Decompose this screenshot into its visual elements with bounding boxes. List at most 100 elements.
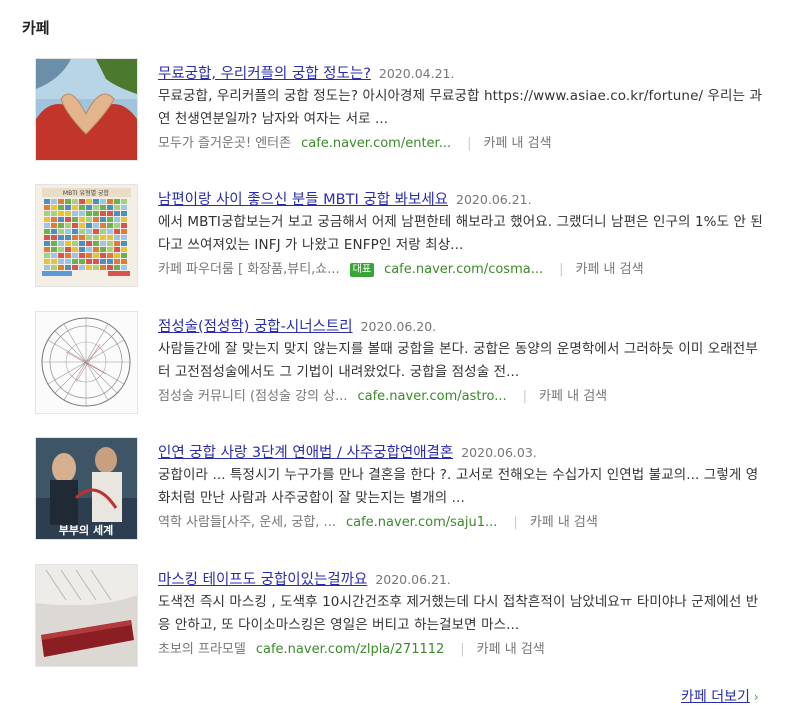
mbti-grid-cell xyxy=(79,241,85,246)
mbti-grid-cell xyxy=(79,253,85,258)
mbti-grid-cell xyxy=(51,247,57,252)
mbti-grid-cell xyxy=(93,229,99,234)
thumb-title: 부부의 세계 xyxy=(59,523,113,537)
mbti-grid-cell xyxy=(58,247,64,252)
mbti-grid-cell xyxy=(58,205,64,210)
mbti-grid-cell xyxy=(58,217,64,222)
mbti-grid-cell xyxy=(44,241,50,246)
cafe-url-link[interactable]: cafe.naver.com/zlpla/271112 xyxy=(256,642,444,657)
list-item: 마스킹 테이프도 궁합이있는걸까요 2020.06.21. 도색전 즉시 마스킹 … xyxy=(35,564,775,668)
post-date: 2020.06.20. xyxy=(360,319,437,334)
mbti-grid-cell xyxy=(72,241,78,246)
mbti-grid-cell xyxy=(72,229,78,234)
mbti-grid-cell xyxy=(44,253,50,258)
list-item: 무료궁합, 우리커플의 궁합 정도는? 2020.04.21. 무료궁합, 우리커… xyxy=(35,58,775,162)
mbti-grid-cell xyxy=(93,253,99,258)
cafe-search-link[interactable]: 카페 내 검색 xyxy=(484,136,552,151)
divider: | xyxy=(559,262,564,277)
mbti-grid-cell xyxy=(58,211,64,216)
mbti-grid-cell xyxy=(51,235,57,240)
post-date: 2020.04.21. xyxy=(378,66,455,81)
result-title-link[interactable]: 무료궁합, 우리커플의 궁합 정도는? xyxy=(158,66,371,82)
mbti-grid-cell xyxy=(58,253,64,258)
mbti-grid-cell xyxy=(93,223,99,228)
result-title-link[interactable]: 인연 궁합 사랑 3단계 연애법 / 사주궁합연애결혼 xyxy=(158,445,453,461)
section-title: 카페 xyxy=(22,19,50,37)
cafe-url-link[interactable]: cafe.naver.com/astro... xyxy=(357,389,506,404)
thumbnail-astrology-chart[interactable] xyxy=(35,311,138,414)
mbti-grid-cell xyxy=(107,229,113,234)
mbti-grid-cell xyxy=(65,205,71,210)
thumbnail-mbti-chart[interactable]: MBTI 유형별 궁합 xyxy=(35,184,138,287)
post-date: 2020.06.21. xyxy=(456,192,532,207)
representative-badge: 대표 xyxy=(349,263,375,277)
mbti-grid-cell xyxy=(107,241,113,246)
mbti-grid-cell xyxy=(107,265,113,270)
cafe-more-link[interactable]: 카페 더보기 › xyxy=(681,686,759,706)
thumbnail-hands-heart[interactable] xyxy=(35,58,138,161)
mbti-grid-cell xyxy=(72,259,78,264)
mbti-grid-cell xyxy=(65,199,71,204)
mbti-grid-cell xyxy=(44,211,50,216)
mbti-grid-cell xyxy=(114,259,120,264)
mbti-grid-cell xyxy=(86,205,92,210)
cafe-name-link[interactable]: 점성술 커뮤니티 (점성술 강의 상... xyxy=(158,389,347,404)
mbti-grid-cell xyxy=(65,241,71,246)
mbti-grid-cell xyxy=(86,211,92,216)
list-item: 부부의 세계 인연 궁합 사랑 3단계 연애법 / 사주궁합연애결혼 2020.0… xyxy=(35,437,775,541)
mbti-grid-cell xyxy=(51,205,57,210)
mbti-grid-cell xyxy=(44,259,50,264)
result-title-link[interactable]: 마스킹 테이프도 궁합이있는걸까요 xyxy=(158,572,367,588)
mbti-grid-cell xyxy=(100,253,106,258)
chevron-right-icon: › xyxy=(753,690,759,704)
thumbnail-model-part[interactable] xyxy=(35,564,138,667)
mbti-grid-cell xyxy=(86,259,92,264)
mbti-grid-cell xyxy=(51,223,57,228)
cafe-name-link[interactable]: 카페 파우더룸 [ 화장품,뷰티,쇼... xyxy=(158,262,340,277)
mbti-grid-cell xyxy=(72,265,78,270)
astrology-wheel-image xyxy=(36,312,137,413)
mbti-grid-cell xyxy=(114,229,120,234)
mbti-grid-cell xyxy=(114,265,120,270)
mbti-grid-cell xyxy=(79,211,85,216)
mbti-grid-cell xyxy=(79,199,85,204)
mbti-grid-cell xyxy=(121,229,127,234)
cafe-search-link[interactable]: 카페 내 검색 xyxy=(530,515,598,530)
cafe-search-link[interactable]: 카페 내 검색 xyxy=(477,642,545,657)
mbti-grid-cell xyxy=(121,235,127,240)
mbti-grid-cell xyxy=(121,217,127,222)
thumbnail-drama-poster[interactable]: 부부의 세계 xyxy=(35,437,138,540)
mbti-grid-cell xyxy=(93,259,99,264)
mbti-grid-cell xyxy=(93,211,99,216)
cafe-url-link[interactable]: cafe.naver.com/cosma... xyxy=(384,262,543,277)
mbti-grid-cell xyxy=(86,223,92,228)
mbti-grid-cell xyxy=(100,265,106,270)
mbti-grid-cell xyxy=(121,259,127,264)
cafe-name-link[interactable]: 모두가 즐거운곳! 엔터존 xyxy=(158,136,291,151)
cafe-url-link[interactable]: cafe.naver.com/enter... xyxy=(301,136,451,151)
mbti-grid-cell xyxy=(65,253,71,258)
mbti-grid-cell xyxy=(100,199,106,204)
mbti-grid-cell xyxy=(65,235,71,240)
result-title-link[interactable]: 남편이랑 사이 좋으신 분들 MBTI 궁합 봐보세요 xyxy=(158,192,448,208)
mbti-grid-cell xyxy=(79,205,85,210)
mbti-grid-cell xyxy=(114,223,120,228)
cafe-search-link[interactable]: 카페 내 검색 xyxy=(576,262,644,277)
mbti-grid-cell xyxy=(58,235,64,240)
result-title-link[interactable]: 점성술(점성학) 궁합-시너스트리 xyxy=(158,319,353,335)
mbti-grid-cell xyxy=(121,265,127,270)
mbti-chart-image: MBTI 유형별 궁합 xyxy=(36,185,137,286)
cafe-search-link[interactable]: 카페 내 검색 xyxy=(539,389,607,404)
mbti-grid-cell xyxy=(86,235,92,240)
mbti-grid-cell xyxy=(100,247,106,252)
cafe-name-link[interactable]: 역학 사람들[사주, 운세, 궁합, ... xyxy=(158,515,336,530)
mbti-grid-cell xyxy=(44,265,50,270)
cafe-name-link[interactable]: 초보의 프라모델 xyxy=(158,642,246,657)
mbti-grid-cell xyxy=(93,241,99,246)
hands-heart-image xyxy=(36,59,137,160)
cafe-url-link[interactable]: cafe.naver.com/saju1... xyxy=(346,515,497,530)
mbti-grid-cell xyxy=(121,253,127,258)
mbti-grid-cell xyxy=(65,259,71,264)
thumb-title: MBTI 유형별 궁합 xyxy=(63,189,110,197)
mbti-grid-cell xyxy=(58,241,64,246)
